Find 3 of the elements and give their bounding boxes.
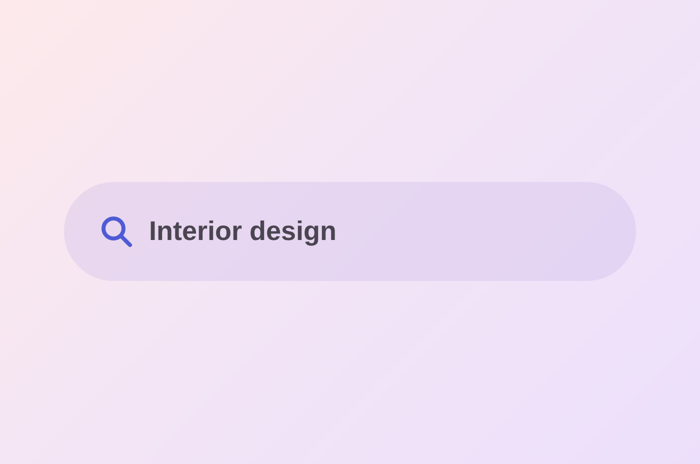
search-bar[interactable]: Interior design (64, 182, 636, 281)
search-icon (100, 215, 133, 248)
search-field[interactable]: Interior design (149, 211, 589, 252)
